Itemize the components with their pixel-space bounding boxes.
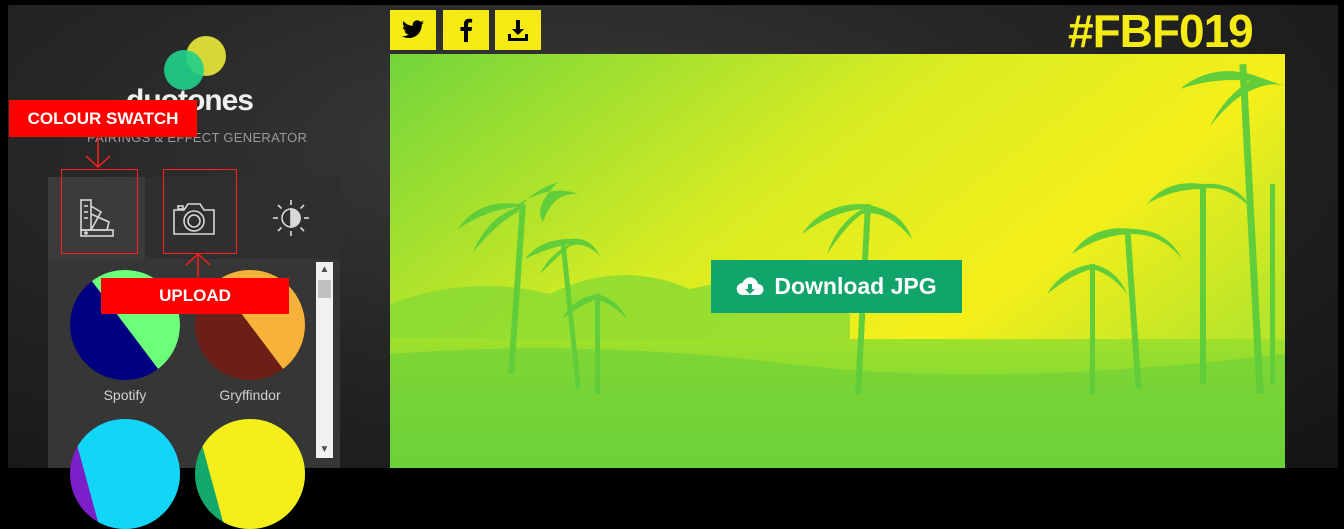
annotation-upload: UPLOAD <box>101 278 289 314</box>
scroll-down-icon[interactable]: ▼ <box>316 442 333 458</box>
cloud-download-icon <box>737 276 764 295</box>
download-jpg-button[interactable]: Download JPG <box>711 260 962 313</box>
swatch-label: Gryffindor <box>219 387 281 403</box>
download-jpg-label: Download JPG <box>774 273 937 299</box>
facebook-button[interactable] <box>443 10 489 50</box>
swatch-label: Spotify <box>103 387 147 403</box>
twitter-button[interactable] <box>390 10 436 50</box>
annotation-colour-swatch: COLOUR SWATCH <box>9 100 197 137</box>
download-button[interactable] <box>495 10 541 50</box>
hashtag-title: #FBF019 <box>1068 5 1254 57</box>
swatch-item[interactable] <box>70 419 180 529</box>
annotation-arrows <box>85 137 211 277</box>
swatch-item[interactable] <box>195 419 305 529</box>
facebook-icon <box>460 18 473 42</box>
twitter-icon <box>402 20 424 39</box>
download-icon <box>508 20 528 41</box>
